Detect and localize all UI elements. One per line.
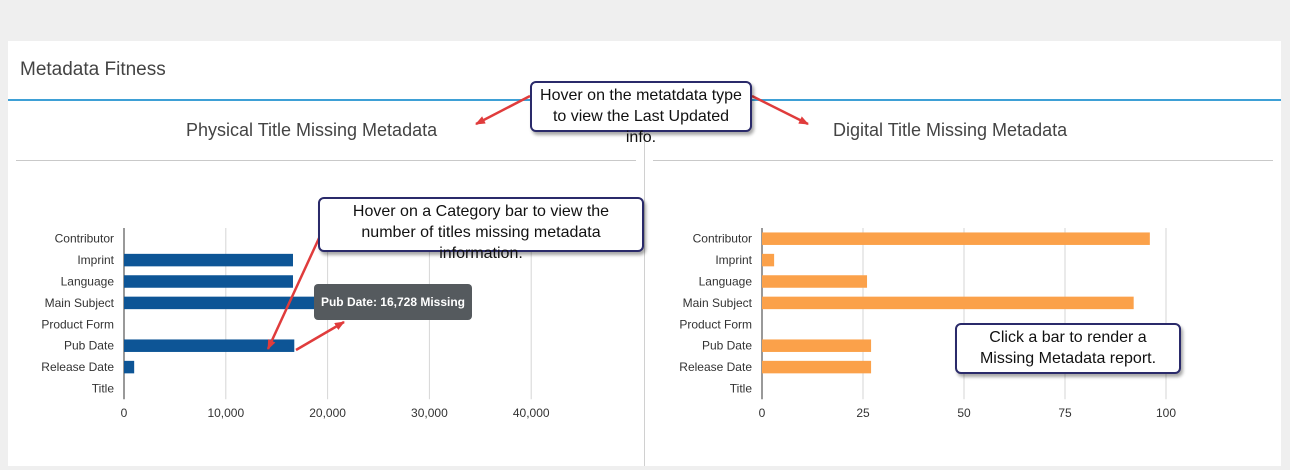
x-tick-label: 10,000 bbox=[207, 406, 244, 420]
bar[interactable] bbox=[762, 253, 775, 267]
bar[interactable] bbox=[762, 339, 872, 352]
metadata-type-callout: Hover on the metatdata type to view the … bbox=[530, 81, 752, 146]
category-label[interactable]: Main Subject bbox=[45, 296, 115, 310]
bar[interactable] bbox=[762, 232, 1150, 245]
category-label[interactable]: Main Subject bbox=[683, 296, 753, 310]
category-label[interactable]: Release Date bbox=[679, 360, 752, 374]
category-label[interactable]: Title bbox=[92, 382, 115, 396]
category-label[interactable]: Pub Date bbox=[64, 339, 114, 353]
category-label[interactable]: Language bbox=[61, 275, 115, 289]
x-tick-label: 30,000 bbox=[411, 406, 448, 420]
x-tick-label: 75 bbox=[1058, 406, 1072, 420]
x-tick-label: 50 bbox=[957, 406, 971, 420]
bar[interactable] bbox=[124, 360, 135, 374]
click-bar-callout: Click a bar to render a Missing Metadata… bbox=[955, 323, 1181, 374]
panel-title: Metadata Fitness bbox=[20, 59, 166, 80]
category-label[interactable]: Product Form bbox=[41, 317, 114, 331]
category-label[interactable]: Product Form bbox=[679, 317, 752, 331]
category-label[interactable]: Language bbox=[699, 275, 753, 289]
physical-chart-title-rule bbox=[16, 160, 636, 161]
category-label[interactable]: Imprint bbox=[77, 253, 114, 267]
category-label[interactable]: Title bbox=[730, 382, 753, 396]
x-tick-label: 40,000 bbox=[513, 406, 550, 420]
category-label[interactable]: Contributor bbox=[693, 232, 752, 246]
bar[interactable] bbox=[762, 296, 1134, 310]
bar[interactable] bbox=[762, 275, 868, 288]
category-label[interactable]: Release Date bbox=[41, 360, 114, 374]
bar[interactable] bbox=[762, 360, 872, 374]
x-tick-label: 0 bbox=[759, 406, 766, 420]
bar-tooltip: Pub Date: 16,728 Missing bbox=[314, 284, 472, 320]
category-label[interactable]: Pub Date bbox=[702, 339, 752, 353]
digital-chart-title-rule bbox=[653, 160, 1273, 161]
physical-chart-title[interactable]: Physical Title Missing Metadata bbox=[186, 120, 437, 141]
bar[interactable] bbox=[124, 253, 293, 267]
bar[interactable] bbox=[124, 339, 295, 352]
x-tick-label: 25 bbox=[856, 406, 870, 420]
category-bar-callout: Hover on a Category bar to view the numb… bbox=[318, 197, 644, 262]
category-label[interactable]: Contributor bbox=[55, 232, 114, 246]
bar[interactable] bbox=[124, 275, 293, 288]
digital-chart-title[interactable]: Digital Title Missing Metadata bbox=[833, 120, 1067, 141]
category-label[interactable]: Imprint bbox=[715, 253, 752, 267]
x-tick-label: 100 bbox=[1156, 406, 1176, 420]
x-tick-label: 0 bbox=[121, 406, 128, 420]
x-tick-label: 20,000 bbox=[309, 406, 346, 420]
